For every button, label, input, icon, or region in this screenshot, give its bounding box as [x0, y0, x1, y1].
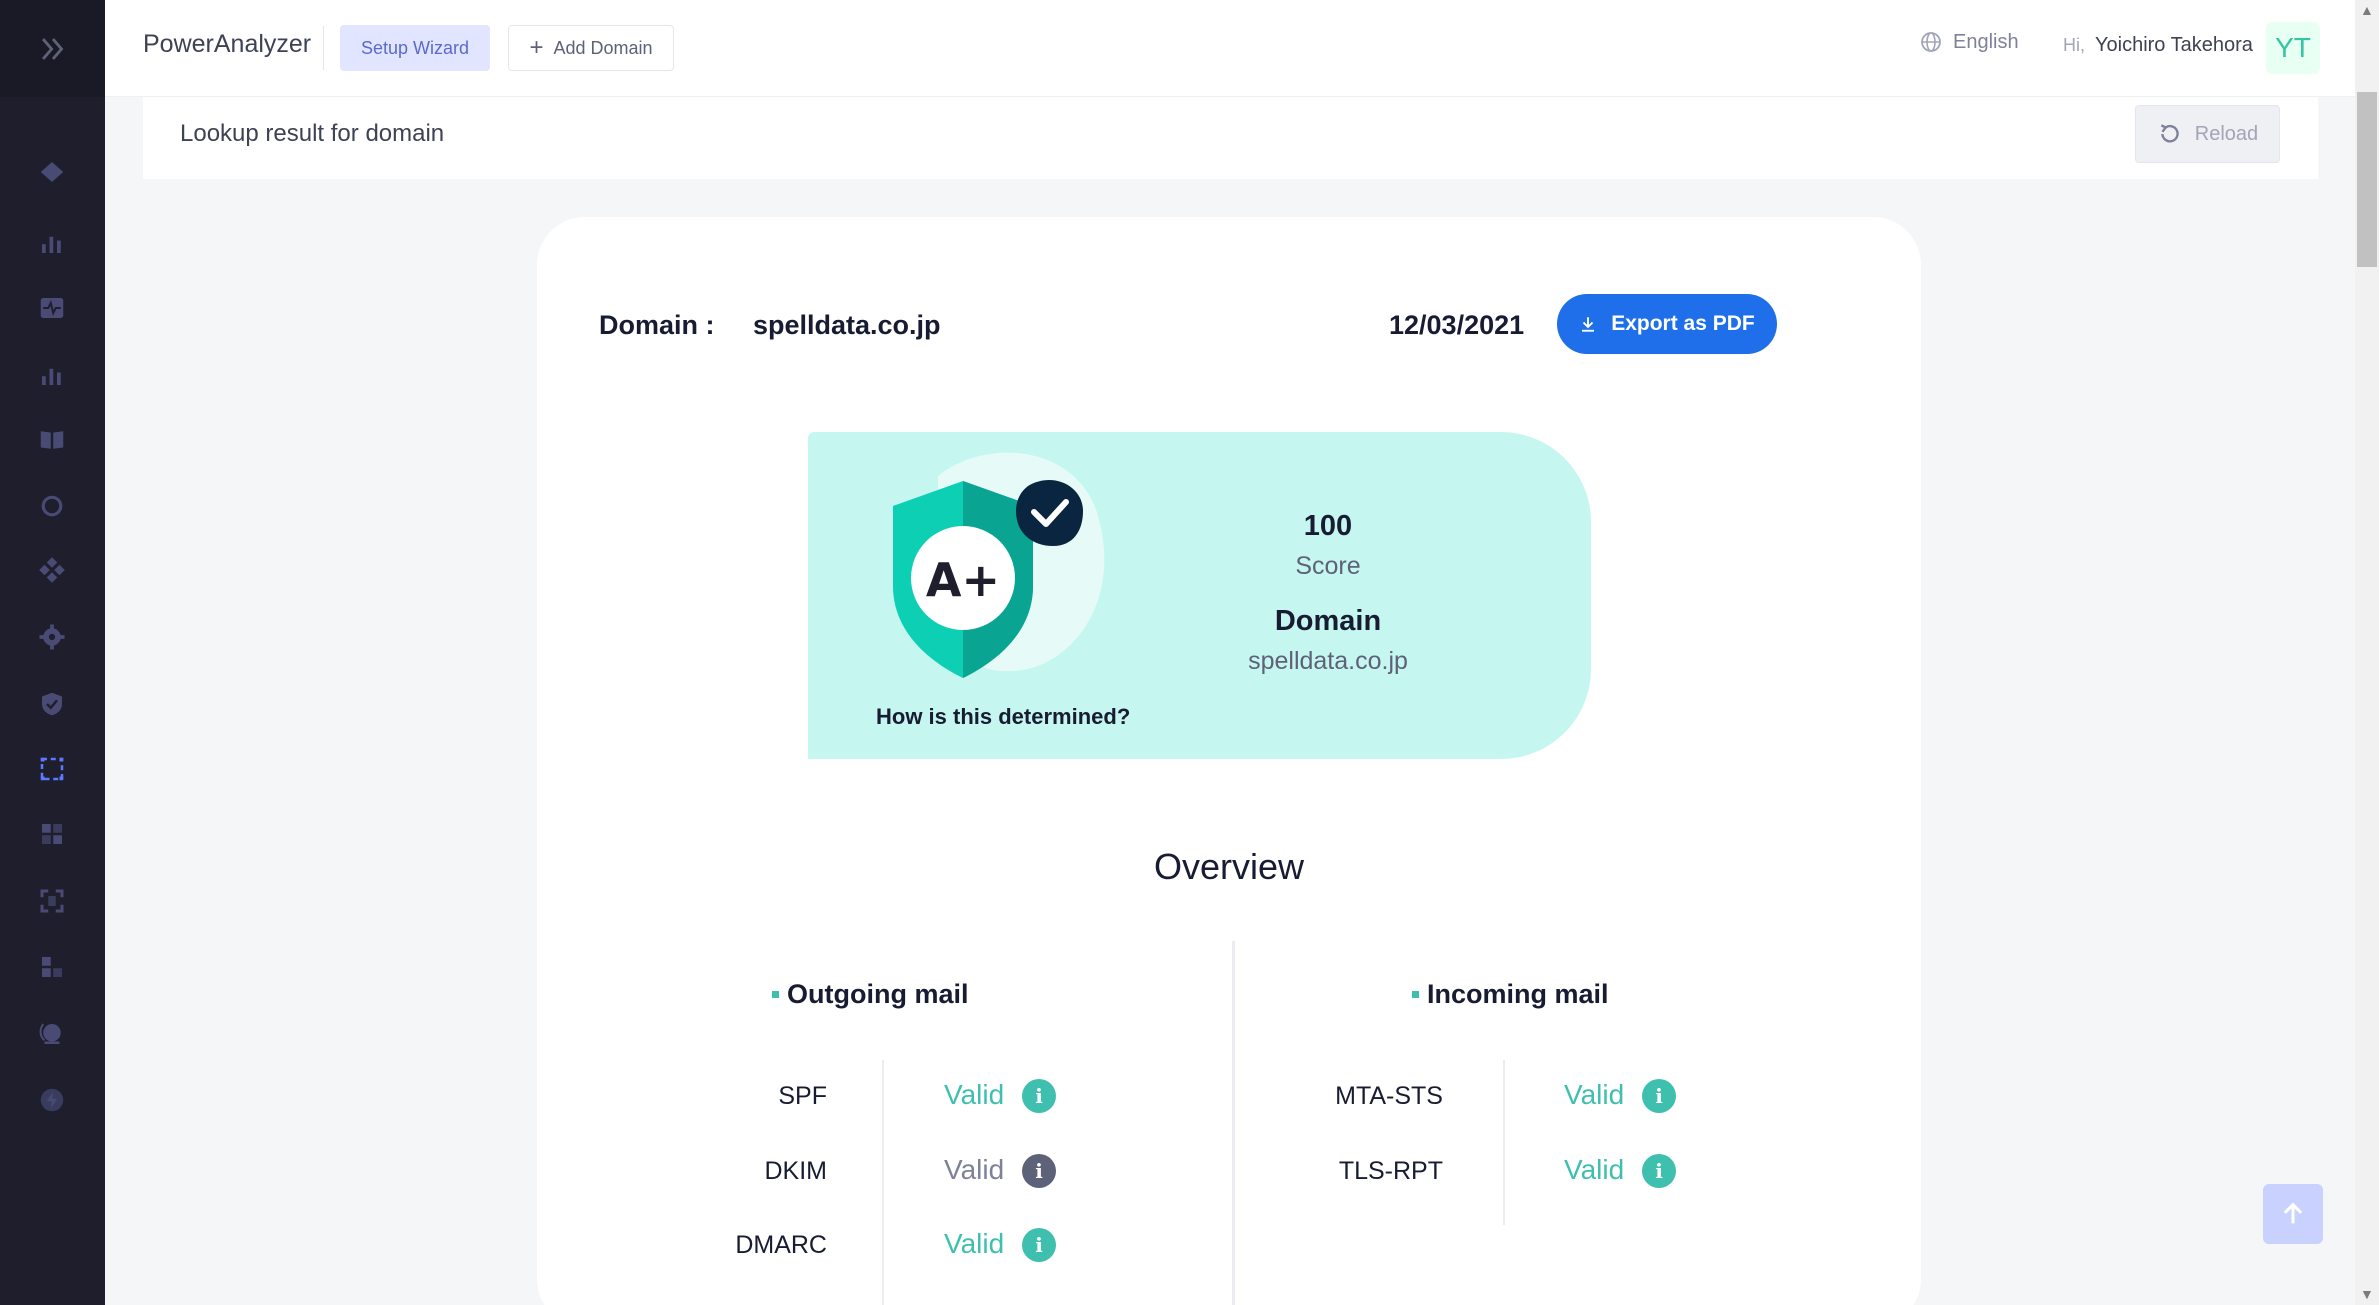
export-pdf-button[interactable]: Export as PDF	[1557, 294, 1777, 354]
reload-label: Reload	[2194, 122, 2259, 145]
scan-frame-icon[interactable]	[34, 883, 70, 919]
language-selector[interactable]: English	[1919, 30, 2019, 54]
incoming-row-divider	[1503, 1060, 1505, 1225]
dkim-status: Valid	[944, 1154, 1005, 1185]
tls-rpt-info-icon[interactable]: i	[1642, 1154, 1676, 1188]
dmarc-status: Valid	[944, 1228, 1005, 1259]
header-divider	[323, 26, 324, 70]
scroll-down-arrow-icon[interactable]: ▼	[2360, 1286, 2374, 1302]
add-domain-button[interactable]: + Add Domain	[508, 25, 674, 71]
incoming-mail-label: Incoming mail	[1427, 979, 1609, 1009]
tls-rpt-label: TLS-RPT	[1338, 1157, 1443, 1185]
domain-value: spelldata.co.jp	[753, 310, 941, 340]
dkim-label: DKIM	[764, 1157, 828, 1185]
download-icon	[1582, 317, 1595, 332]
grid-icon[interactable]	[34, 816, 70, 852]
scroll-up-arrow-icon[interactable]: ▲	[2360, 2, 2374, 18]
shield-check-icon[interactable]	[34, 686, 70, 722]
score-panel: A+ How is this determined? 100 Score Dom…	[808, 432, 1591, 759]
diamond-icon[interactable]	[34, 552, 70, 588]
bar-chart-icon[interactable]	[34, 225, 70, 261]
how-determined-link[interactable]: How is this determined?	[876, 704, 1130, 730]
overview-divider	[1232, 941, 1235, 1305]
spf-status: Valid	[944, 1079, 1005, 1110]
tls-rpt-status: Valid	[1564, 1154, 1625, 1185]
target-icon[interactable]	[34, 488, 70, 524]
outgoing-row-divider	[882, 1060, 884, 1305]
outgoing-mail-label: Outgoing mail	[787, 979, 969, 1009]
layout-icon[interactable]	[34, 949, 70, 985]
incoming-mail-title: Incoming mail	[1412, 979, 1609, 1010]
brand-name[interactable]: PowerAnalyzer	[143, 30, 311, 59]
sidebar	[0, 0, 105, 1305]
score-value: 100	[1303, 510, 1353, 542]
pulse-icon[interactable]	[34, 290, 70, 326]
greeting: Hi,	[2063, 35, 2085, 55]
bolt-icon[interactable]	[34, 1082, 70, 1118]
bullet-icon	[772, 991, 779, 998]
book-icon[interactable]	[34, 422, 70, 458]
bullet-icon	[1412, 991, 1419, 998]
chevron-right-double-icon	[41, 37, 63, 60]
add-domain-label: Add Domain	[553, 37, 653, 58]
avatar[interactable]: YT	[2266, 22, 2320, 74]
mta-sts-label: MTA-STS	[1335, 1082, 1443, 1110]
score-domain-title: Domain	[1274, 605, 1382, 637]
outgoing-mail-title: Outgoing mail	[772, 979, 969, 1010]
reload-button[interactable]: Reload	[2135, 105, 2280, 163]
subheader: Lookup result for domain Reload	[143, 97, 2318, 179]
result-card: Domain : spelldata.co.jp 12/03/2021 Expo…	[537, 217, 1921, 1305]
reload-icon	[2160, 124, 2179, 143]
scroll-thumb[interactable]	[2357, 92, 2377, 267]
dmarc-info-icon[interactable]: i	[1022, 1228, 1056, 1262]
globe-icon	[1921, 32, 1941, 52]
report-date: 12/03/2021	[1389, 310, 1525, 340]
scroll-to-top-button[interactable]	[2263, 1184, 2323, 1244]
globe-icon[interactable]	[34, 1016, 70, 1052]
spf-label: SPF	[778, 1082, 827, 1110]
grade-shield-icon: A+	[878, 446, 1138, 706]
domain-label: Domain :	[599, 310, 715, 340]
scan-icon[interactable]	[34, 751, 70, 787]
scrollbar[interactable]: ▲ ▼	[2355, 0, 2379, 1305]
mta-sts-status: Valid	[1564, 1079, 1625, 1110]
page-title: Lookup result for domain	[180, 120, 445, 147]
sidebar-toggle[interactable]	[0, 0, 105, 97]
bar-chart-icon[interactable]	[34, 357, 70, 393]
plus-icon: +	[529, 34, 544, 61]
dmarc-label: DMARC	[735, 1231, 827, 1259]
score-domain-value: spelldata.co.jp	[1248, 647, 1408, 675]
overview-title: Overview	[1153, 846, 1305, 887]
mta-sts-info-icon[interactable]: i	[1642, 1079, 1676, 1113]
layers-icon[interactable]	[34, 154, 70, 190]
top-header: PowerAnalyzer Setup Wizard + Add Domain …	[105, 0, 2355, 97]
export-pdf-label: Export as PDF	[1611, 312, 1755, 335]
score-label: Score	[1295, 552, 1361, 580]
arrow-up-icon	[2283, 1202, 2303, 1224]
spf-info-icon[interactable]: i	[1022, 1079, 1056, 1113]
gear-icon[interactable]	[34, 619, 70, 655]
setup-wizard-button[interactable]: Setup Wizard	[340, 25, 490, 71]
language-label: English	[1953, 30, 2019, 53]
grade-text: A+	[926, 553, 1000, 607]
dkim-info-icon[interactable]: i	[1022, 1154, 1056, 1188]
user-name[interactable]: Yoichiro Takehora	[2095, 34, 2253, 57]
